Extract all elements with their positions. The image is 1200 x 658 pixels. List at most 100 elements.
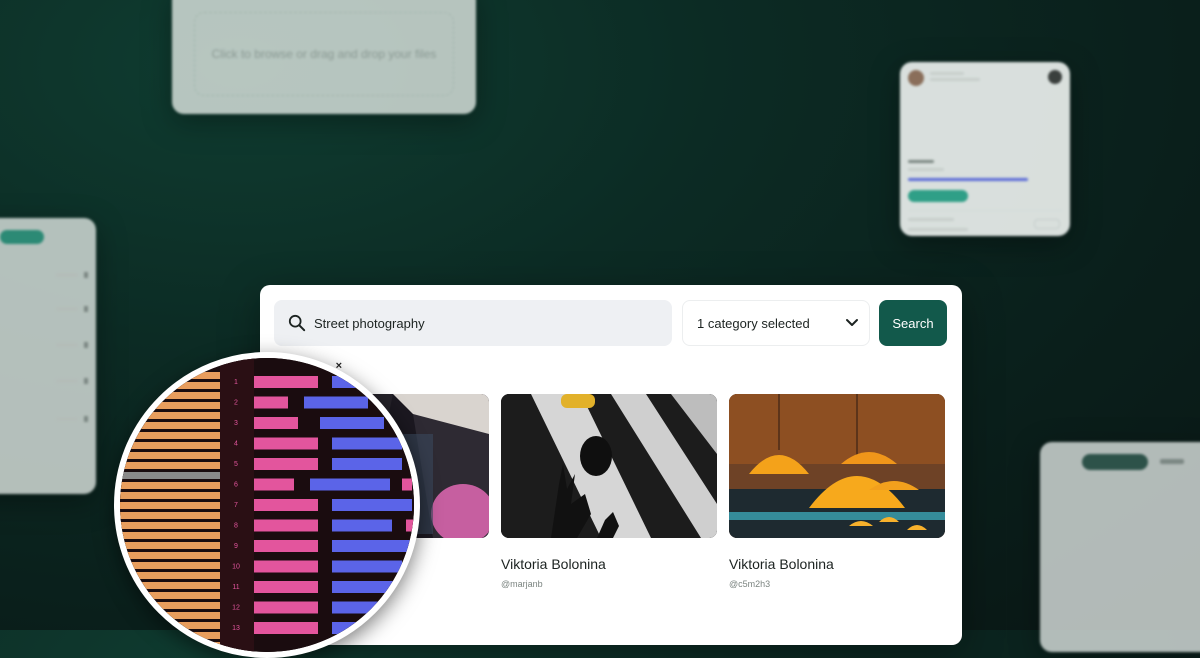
line-number: 12: [232, 605, 240, 612]
settings-row: [48, 342, 88, 348]
code-token: [254, 601, 318, 614]
code-line-left: [120, 562, 220, 569]
result-author[interactable]: Viktoria Bolonina: [501, 556, 606, 572]
account-email-line: [930, 78, 980, 81]
code-token: [332, 499, 412, 511]
photo-image: [729, 394, 945, 538]
code-token: [254, 622, 318, 634]
settings-row: [48, 416, 88, 422]
line-number: 7: [234, 502, 238, 509]
code-line-left: [120, 642, 220, 649]
code-token: [254, 560, 318, 573]
code-token: [332, 437, 402, 450]
code-token: [332, 540, 412, 552]
line-number: 13: [232, 625, 240, 632]
storage-progress-bar: [908, 178, 1028, 181]
line-number: 3: [234, 420, 238, 427]
code-token: [254, 478, 294, 491]
storage-label-line: [908, 160, 934, 163]
photo-result-3[interactable]: [729, 394, 945, 538]
settings-row: [48, 272, 88, 278]
code-token: [254, 499, 318, 511]
magnifier-lens: 1 2 3 4 5 6 7 8 9 10 11 12 13: [114, 352, 420, 658]
code-line-left: [120, 462, 220, 469]
code-token: [406, 519, 414, 532]
code-token: [304, 396, 368, 409]
line-number: 8: [234, 523, 238, 530]
code-line-left: [120, 482, 220, 489]
folder-tab: [1160, 459, 1184, 464]
code-token: [332, 519, 392, 532]
code-token: [254, 396, 288, 409]
photo-image: [501, 394, 717, 538]
settings-row: [48, 306, 88, 312]
chevron-down-icon: [846, 319, 858, 326]
search-button[interactable]: Search: [879, 300, 947, 346]
category-select-value: 1 category selected: [697, 315, 810, 331]
code-line-left: [120, 412, 220, 419]
code-token: [332, 376, 372, 388]
code-line-left: [120, 382, 220, 389]
code-token: [402, 478, 412, 491]
upload-dropzone: Click to browse or drag and drop your fi…: [194, 12, 454, 96]
code-line-left: [120, 582, 220, 589]
settings-tab-button: [0, 230, 44, 244]
code-token: [332, 601, 392, 614]
code-line-left: [120, 392, 220, 399]
account-name-line: [930, 72, 964, 75]
storage-detail-line: [908, 168, 944, 171]
line-number: 10: [232, 564, 240, 571]
code-line-left: [120, 612, 220, 619]
code-token: [254, 458, 318, 470]
folder-tab-active: [1082, 454, 1148, 470]
code-line-left: [120, 592, 220, 599]
code-line-left: [120, 402, 220, 409]
code-line-left: [120, 492, 220, 499]
code-line-left: [120, 432, 220, 439]
line-number: 1: [234, 379, 238, 386]
upload-card: Click to browse or drag and drop your fi…: [172, 0, 476, 114]
line-number: 4: [234, 441, 238, 448]
account-card: [900, 62, 1070, 236]
settings-card: [0, 218, 96, 494]
code-line-left: [120, 572, 220, 579]
line-number: 5: [234, 461, 238, 468]
code-line-left: [120, 512, 220, 519]
code-token: [332, 458, 402, 470]
category-select[interactable]: 1 category selected: [682, 300, 870, 346]
code-token: [254, 581, 318, 593]
line-number: 11: [232, 584, 239, 591]
line-number: 2: [234, 400, 238, 407]
close-icon: [1048, 70, 1062, 84]
code-token: [254, 417, 298, 429]
code-line-left: [120, 452, 220, 459]
code-line-left: [120, 602, 220, 609]
code-line-left: [120, 502, 220, 509]
result-handle[interactable]: @c5m2h3: [729, 579, 770, 589]
result-handle[interactable]: @marjanb: [501, 579, 543, 589]
code-line-left: [120, 522, 220, 529]
code-token: [254, 437, 318, 450]
line-number: 6: [234, 482, 238, 489]
photo-result-2[interactable]: [501, 394, 717, 538]
code-token: [320, 417, 384, 429]
code-line-left: [120, 552, 220, 559]
code-token: [332, 560, 402, 573]
code-token: [332, 581, 412, 593]
code-line-left: [120, 542, 220, 549]
search-icon: [288, 314, 306, 332]
code-line-left: [120, 622, 220, 629]
search-query: Street photography: [314, 315, 425, 331]
setting-line: [908, 228, 968, 231]
code-token: [254, 376, 318, 388]
code-line-left: [120, 442, 220, 449]
search-input[interactable]: Street photography: [274, 300, 672, 346]
folder-card: [1040, 442, 1200, 652]
code-line-left: [120, 422, 220, 429]
avatar: [908, 70, 924, 86]
setting-line: [908, 218, 954, 221]
code-line-left: [120, 472, 220, 479]
line-number: 9: [234, 543, 238, 550]
result-author[interactable]: Viktoria Bolonina: [729, 556, 834, 572]
code-line-left: [120, 372, 220, 379]
